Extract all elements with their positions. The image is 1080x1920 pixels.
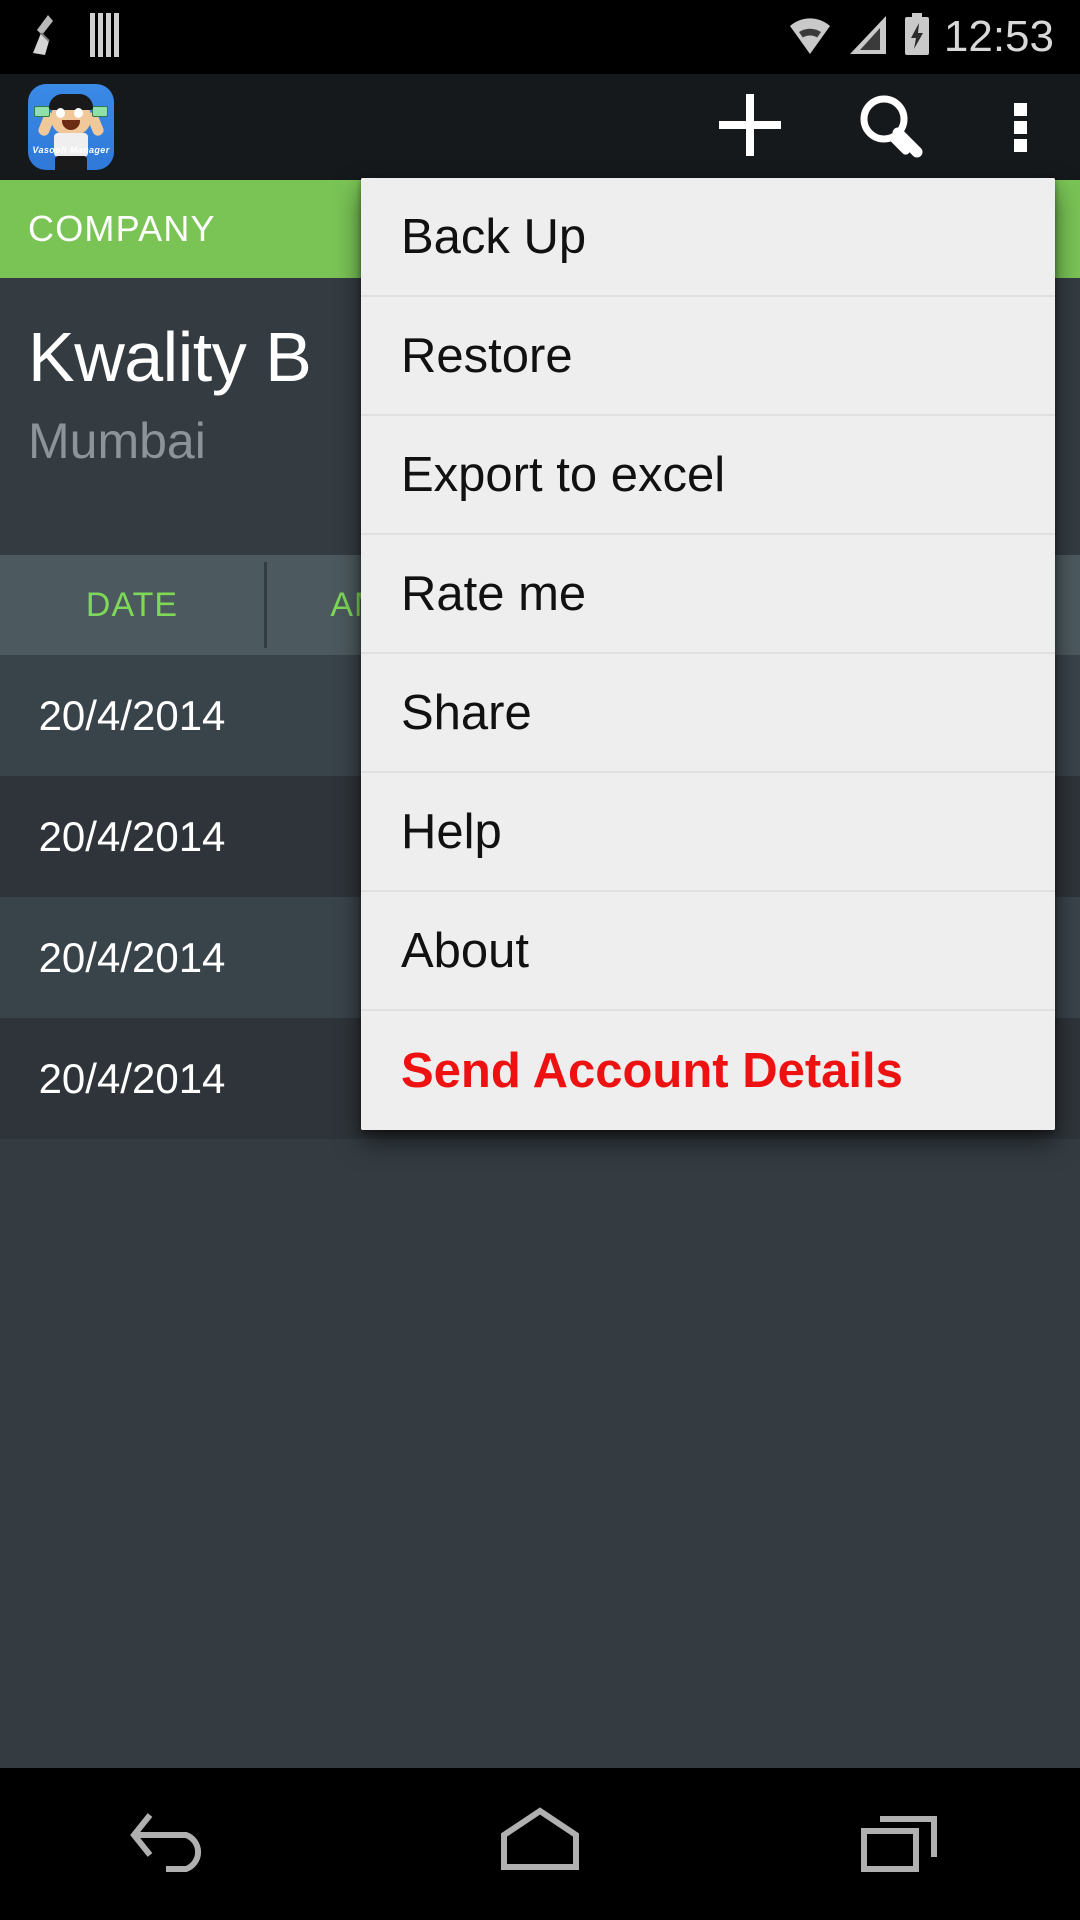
search-button[interactable] [820,74,960,180]
cell-date: 20/4/2014 [38,1054,226,1102]
status-bar: 12:53 [0,0,1080,74]
overflow-menu-button[interactable] [960,74,1080,180]
menu-item-send-account-details[interactable]: Send Account Details [361,1011,1055,1130]
menu-item-share[interactable]: Share [361,654,1055,773]
battery-charging-icon [902,12,932,62]
wifi-icon [786,14,834,61]
menu-item-restore[interactable]: Restore [361,297,1055,416]
overflow-menu: Back Up Restore Export to excel Rate me … [361,178,1055,1130]
home-button[interactable] [450,1768,630,1920]
status-bar-left-icons [0,11,124,64]
signal-icon [846,14,890,61]
cell-date: 20/4/2014 [38,933,226,981]
menu-item-rate-me[interactable]: Rate me [361,535,1055,654]
logo-hair [49,94,93,110]
phone-screen: 12:53 Vasooli Manager COMPANY Kwality B … [0,0,1080,1920]
tab-company[interactable]: COMPANY [0,208,216,250]
search-icon [855,90,925,165]
logo-eye-right [74,108,83,118]
logo-legs [55,156,87,170]
overflow-menu-icon [1013,98,1027,157]
menu-item-back-up[interactable]: Back Up [361,178,1055,297]
barcode-icon [86,11,124,64]
broom-icon [26,13,64,62]
action-bar: Vasooli Manager [0,74,1080,180]
home-icon [490,1805,590,1884]
menu-item-help[interactable]: Help [361,773,1055,892]
back-button[interactable] [90,1768,270,1920]
app-logo-label: Vasooli Manager [32,145,110,155]
add-icon [713,88,787,167]
logo-cash-right [92,106,108,117]
status-bar-clock: 12:53 [943,12,1054,61]
recents-button[interactable] [810,1768,990,1920]
column-header-date[interactable]: DATE [0,586,264,625]
logo-cash-left [34,106,50,117]
app-logo-icon[interactable]: Vasooli Manager [28,84,114,170]
action-bar-buttons [680,74,1080,180]
cell-date: 20/4/2014 [38,812,226,860]
list-empty-area [0,1139,1080,1768]
navigation-bar [0,1768,1080,1920]
recents-icon [850,1805,950,1884]
menu-item-about[interactable]: About [361,892,1055,1011]
add-button[interactable] [680,74,820,180]
cell-date: 20/4/2014 [38,691,226,739]
back-icon [130,1805,230,1884]
logo-eye-left [56,108,65,118]
menu-item-export-to-excel[interactable]: Export to excel [361,416,1055,535]
status-bar-right-icons: 12:53 [786,12,1080,62]
